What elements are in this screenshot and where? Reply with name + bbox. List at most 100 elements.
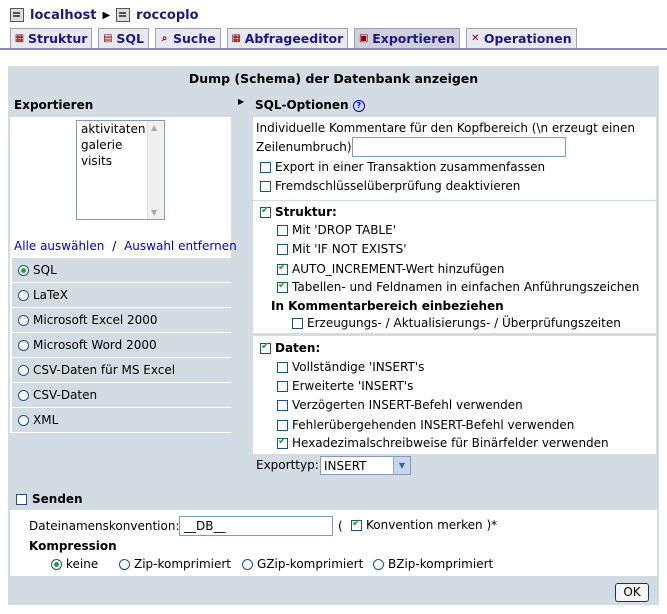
table-select-list[interactable]: aktivitaten galerie visits ▲ ▼ — [76, 120, 165, 220]
ignore-checkbox[interactable] — [277, 419, 288, 431]
tab-abfrageeditor[interactable]: ▦ Abfrageeditor — [226, 28, 349, 48]
compression-bzip-option[interactable]: BZip-komprimiert — [373, 557, 493, 571]
scroll-up-icon[interactable]: ▲ — [151, 123, 157, 132]
sql-options-title: SQL-Optionen — [255, 98, 349, 112]
tab-underline — [0, 48, 667, 50]
filename-label: Dateinamenskonvention: — [29, 519, 180, 533]
compression-gzip-radio[interactable] — [242, 558, 253, 570]
tab-operationen[interactable]: ✕ Operationen — [465, 28, 577, 48]
format-option-excel[interactable]: Microsoft Excel 2000 — [12, 308, 231, 332]
complete-inserts-option[interactable]: Vollständige 'INSERT's — [277, 360, 424, 374]
hex-option[interactable]: Hexadezimalschreibweise für Binärfelder … — [277, 436, 609, 450]
tab-bar: ▦ Struktur ▤ SQL ⌕ Suche ▦ Abfrageeditor ▣ Ex… — [10, 28, 577, 48]
if-not-exists-option[interactable]: Mit 'IF NOT EXISTS' — [277, 242, 407, 256]
option-label: Erzeugungs- / Aktualisierungs- / Überprü… — [307, 316, 621, 330]
scroll-down-icon[interactable]: ▼ — [151, 208, 157, 217]
auto-increment-option[interactable]: AUTO_INCREMENT-Wert hinzufügen — [277, 262, 504, 276]
radio-xml[interactable] — [18, 414, 29, 426]
format-option-word[interactable]: Microsoft Word 2000 — [12, 333, 231, 357]
radio-excel[interactable] — [18, 314, 29, 326]
drop-table-option[interactable]: Mit 'DROP TABLE' — [277, 223, 396, 237]
ok-button[interactable]: OK — [615, 583, 649, 602]
extended-inserts-checkbox[interactable] — [277, 380, 288, 392]
format-option-sql[interactable]: SQL — [12, 258, 231, 282]
data-checkbox[interactable] — [260, 341, 271, 354]
if-not-exists-checkbox[interactable] — [277, 243, 288, 255]
compression-bzip-radio[interactable] — [373, 558, 384, 570]
remember-template-option[interactable]: Konvention merken )* — [351, 518, 497, 532]
dates-checkbox[interactable] — [292, 317, 303, 329]
compression-zip-option[interactable]: Zip-komprimiert — [119, 557, 231, 571]
remember-template-checkbox[interactable] — [351, 518, 362, 531]
tab-suche[interactable]: ⌕ Suche — [155, 28, 221, 48]
tab-label: Suche — [173, 31, 216, 46]
radio-sql[interactable] — [18, 264, 29, 276]
fk-checks-option[interactable]: Fremdschlüsselüberprüfung deaktivieren — [260, 179, 520, 193]
radio-latex[interactable] — [18, 289, 29, 301]
export-type-select[interactable]: INSERT ▼ — [320, 456, 411, 475]
option-label: Fremdschlüsselüberprüfung deaktivieren — [275, 179, 521, 193]
ignore-option[interactable]: Fehlerübergehenden INSERT-Befehl verwend… — [277, 418, 574, 432]
complete-inserts-checkbox[interactable] — [277, 361, 288, 373]
fk-checks-checkbox[interactable] — [260, 180, 271, 192]
drop-table-checkbox[interactable] — [277, 224, 288, 236]
tools-icon: ✕ — [471, 33, 480, 44]
delayed-checkbox[interactable] — [277, 399, 288, 411]
option-label: Struktur: — [275, 205, 337, 219]
expand-arrow-icon: ▶ — [238, 97, 245, 106]
tab-sql[interactable]: ▤ SQL — [98, 28, 150, 48]
structure-option[interactable]: Struktur: — [260, 205, 337, 219]
breadcrumb-database[interactable]: roccoplo — [136, 8, 198, 23]
hex-checkbox[interactable] — [277, 436, 288, 449]
option-label: Fehlerübergehenden INSERT-Befehl verwend… — [292, 418, 575, 432]
transaction-option[interactable]: Export in einer Transaktion zusammenfass… — [260, 160, 545, 174]
select-all-link[interactable]: Alle auswählen — [14, 239, 104, 253]
export-heading: Exportieren — [10, 95, 231, 117]
radio-csv[interactable] — [18, 389, 29, 401]
tab-struktur[interactable]: ▦ Struktur — [10, 28, 93, 48]
deselect-all-link[interactable]: Auswahl entfernen — [124, 239, 237, 253]
format-label: CSV-Daten — [33, 388, 98, 402]
dates-option[interactable]: Erzeugungs- / Aktualisierungs- / Überprü… — [292, 316, 621, 330]
format-option-xml[interactable]: XML — [12, 408, 231, 432]
compression-label: Kompression — [29, 539, 117, 553]
format-label: Microsoft Word 2000 — [33, 338, 157, 352]
format-label: CSV-Daten für MS Excel — [33, 363, 176, 377]
radio-csv-excel[interactable] — [18, 364, 29, 376]
compression-zip-radio[interactable] — [119, 558, 130, 570]
option-label: GZip-komprimiert — [257, 557, 364, 571]
format-option-csv-excel[interactable]: CSV-Daten für MS Excel — [12, 358, 231, 382]
header-comment-input[interactable] — [352, 137, 566, 157]
format-option-latex[interactable]: LaTeX — [12, 283, 231, 307]
transaction-checkbox[interactable] — [260, 161, 271, 173]
comment-label-line-1: Individuelle Kommentare für den Kopfbere… — [256, 121, 635, 135]
help-icon[interactable]: ? — [352, 99, 365, 112]
send-checkbox[interactable] — [16, 493, 27, 505]
tab-label: SQL — [116, 31, 145, 46]
data-option[interactable]: Daten: — [260, 341, 320, 355]
auto-increment-checkbox[interactable] — [277, 262, 288, 275]
compression-gzip-option[interactable]: GZip-komprimiert — [242, 557, 363, 571]
compression-none-option[interactable]: keine — [51, 557, 98, 571]
delayed-option[interactable]: Verzögerten INSERT-Befehl verwenden — [277, 398, 523, 412]
option-label: Erweiterte 'INSERT's — [292, 379, 414, 393]
compression-none-radio[interactable] — [51, 558, 62, 570]
export-icon: ▣ — [359, 33, 369, 44]
list-scrollbar[interactable]: ▲ ▼ — [147, 121, 164, 219]
radio-word[interactable] — [18, 339, 29, 351]
chevron-down-icon[interactable]: ▼ — [393, 457, 410, 474]
breadcrumb-server[interactable]: localhost — [30, 8, 96, 23]
option-label: AUTO_INCREMENT-Wert hinzufügen — [292, 262, 505, 276]
tab-label: Abfrageeditor — [244, 31, 344, 46]
format-option-csv[interactable]: CSV-Daten — [12, 383, 231, 407]
extended-inserts-option[interactable]: Erweiterte 'INSERT's — [277, 379, 413, 393]
filename-template-input[interactable]: __DB__ — [179, 516, 333, 536]
tab-exportieren[interactable]: ▣ Exportieren — [354, 28, 460, 48]
option-label: keine — [66, 557, 99, 571]
backquotes-checkbox[interactable] — [277, 280, 288, 293]
comments-heading: In Kommentarbereich einbeziehen — [271, 299, 504, 313]
structure-checkbox[interactable] — [260, 205, 271, 218]
backquotes-option[interactable]: Tabellen- und Feldnamen in einfachen Anf… — [277, 280, 639, 294]
option-label: Verzögerten INSERT-Befehl verwenden — [292, 398, 523, 412]
send-option[interactable]: Senden — [10, 488, 657, 510]
